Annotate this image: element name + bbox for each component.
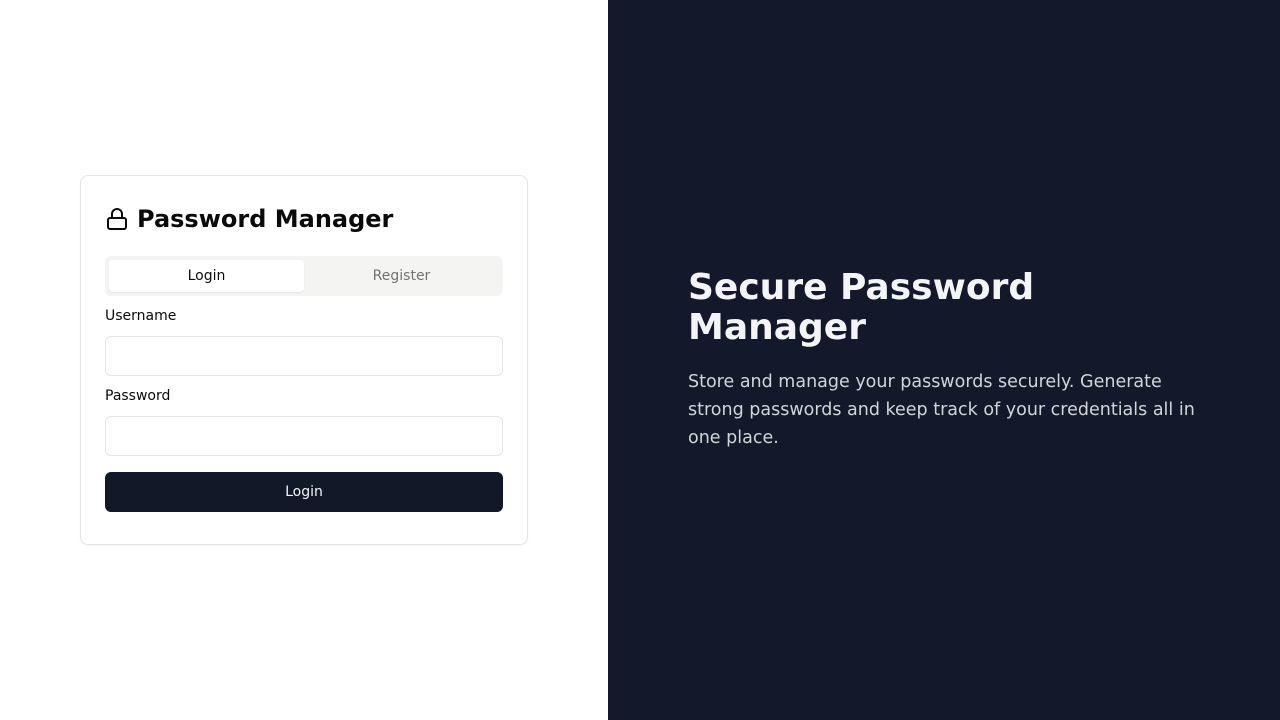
hero-title: Secure Password Manager — [688, 267, 1035, 348]
hero-pane: Secure Password Manager Store and manage… — [608, 0, 1280, 720]
app-layout: Password Manager Login Register Username… — [0, 0, 1280, 720]
card-header: Password Manager — [105, 203, 503, 235]
auth-tabs: Login Register — [105, 256, 503, 296]
card-title: Password Manager — [137, 205, 394, 233]
hero-content: Secure Password Manager Store and manage… — [688, 268, 1200, 452]
password-label: Password — [105, 388, 171, 404]
username-input[interactable] — [105, 336, 503, 376]
hero-description: Store and manage your passwords securely… — [688, 372, 1195, 448]
login-button[interactable]: Login — [105, 472, 503, 512]
tab-register[interactable]: Register — [304, 260, 499, 292]
tab-login[interactable]: Login — [109, 260, 304, 292]
login-pane: Password Manager Login Register Username… — [0, 0, 608, 720]
lock-icon — [105, 207, 129, 231]
username-label: Username — [105, 308, 177, 324]
password-input[interactable] — [105, 416, 503, 456]
login-card: Password Manager Login Register Username… — [80, 175, 528, 545]
